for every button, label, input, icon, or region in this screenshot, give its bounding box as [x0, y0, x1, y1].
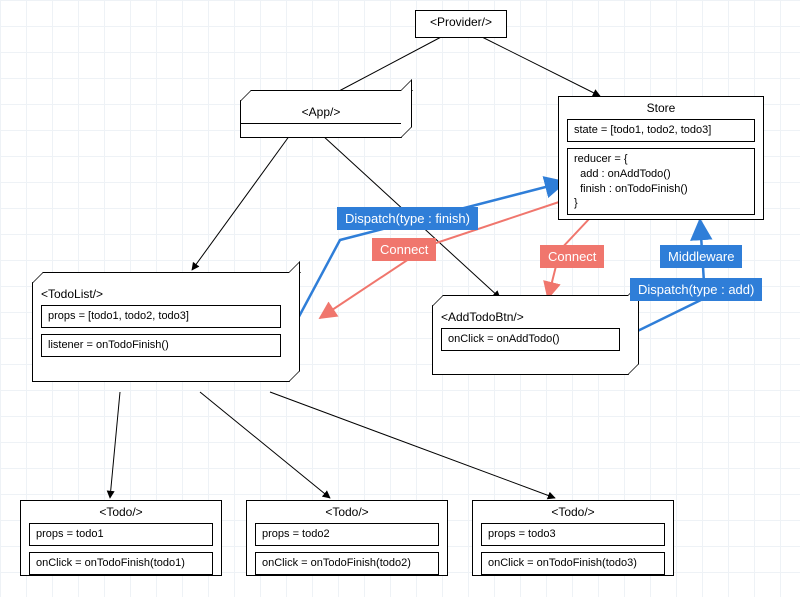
node-todolist-listener: listener = onTodoFinish()	[41, 334, 281, 357]
node-store: Store state = [todo1, todo2, todo3] redu…	[558, 96, 764, 220]
node-addtodobtn-title: <AddTodoBtn/>	[433, 306, 628, 328]
node-todo-1-props: props = todo1	[29, 523, 213, 546]
node-provider: <Provider/>	[415, 10, 507, 38]
node-addtodobtn-onclick: onClick = onAddTodo()	[441, 328, 620, 351]
node-todo-3-props: props = todo3	[481, 523, 665, 546]
label-connect-2: Connect	[540, 245, 604, 268]
node-app: <App/>	[240, 100, 402, 138]
node-todo-2-onclick: onClick = onTodoFinish(todo2)	[255, 552, 439, 575]
node-todolist-props: props = [todo1, todo2, todo3]	[41, 305, 281, 328]
node-todo-3-title: <Todo/>	[473, 501, 673, 523]
node-todo-2: <Todo/> props = todo2 onClick = onTodoFi…	[246, 500, 448, 576]
node-app-title: <App/>	[241, 101, 401, 123]
node-todo-2-title: <Todo/>	[247, 501, 447, 523]
node-store-title: Store	[559, 97, 763, 119]
node-todo-3: <Todo/> props = todo3 onClick = onTodoFi…	[472, 500, 674, 576]
node-todo-1-onclick: onClick = onTodoFinish(todo1)	[29, 552, 213, 575]
node-store-reducer: reducer = { add : onAddTodo() finish : o…	[567, 148, 755, 215]
node-todo-1-title: <Todo/>	[21, 501, 221, 523]
node-addtodobtn: <AddTodoBtn/> onClick = onAddTodo()	[432, 305, 629, 375]
label-dispatch-finish: Dispatch(type : finish)	[337, 207, 478, 230]
node-store-state: state = [todo1, todo2, todo3]	[567, 119, 755, 142]
label-dispatch-add: Dispatch(type : add)	[630, 278, 762, 301]
label-connect-1: Connect	[372, 238, 436, 261]
node-todolist-title: <TodoList/>	[33, 283, 289, 305]
node-todo-3-onclick: onClick = onTodoFinish(todo3)	[481, 552, 665, 575]
node-todo-1: <Todo/> props = todo1 onClick = onTodoFi…	[20, 500, 222, 576]
label-middleware: Middleware	[660, 245, 742, 268]
node-todolist: <TodoList/> props = [todo1, todo2, todo3…	[32, 282, 290, 382]
node-provider-title: <Provider/>	[416, 11, 506, 33]
node-todo-2-props: props = todo2	[255, 523, 439, 546]
